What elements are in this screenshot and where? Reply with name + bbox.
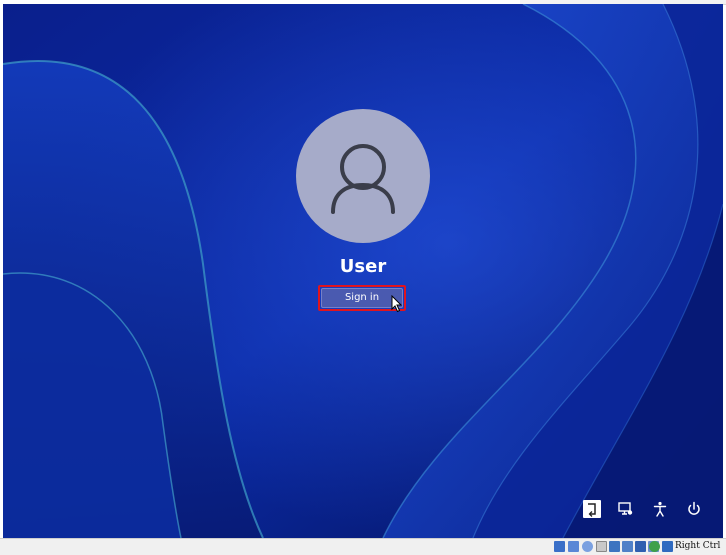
user-avatar [296, 109, 430, 243]
power-button[interactable] [685, 500, 703, 518]
optical-drive-icon[interactable] [568, 541, 579, 552]
usb-icon[interactable] [609, 541, 620, 552]
accessibility-icon [653, 501, 667, 517]
network-button[interactable] [616, 500, 634, 518]
user-name-label: User [339, 256, 387, 277]
cpu-icon[interactable] [649, 541, 660, 552]
mouse-cursor-icon [391, 295, 403, 313]
shared-folders-icon[interactable] [622, 541, 633, 552]
input-language-button[interactable] [583, 500, 601, 518]
hard-disk-icon[interactable] [554, 541, 565, 552]
vm-screen: User Sign in [3, 4, 723, 538]
display-icon[interactable] [635, 541, 646, 552]
input-language-icon [588, 503, 596, 517]
power-icon [688, 501, 700, 515]
host-key-label: Right Ctrl [675, 541, 721, 551]
network-icon [618, 502, 633, 515]
vm-window: User Sign in Right Ctrl [0, 0, 726, 555]
audio-icon[interactable] [582, 541, 593, 552]
mouse-integration-icon[interactable] [662, 541, 673, 552]
network-adapter-icon[interactable] [596, 541, 607, 552]
user-icon [331, 144, 395, 214]
host-statusbar: Right Ctrl [0, 538, 726, 555]
accessibility-button[interactable] [651, 500, 669, 518]
